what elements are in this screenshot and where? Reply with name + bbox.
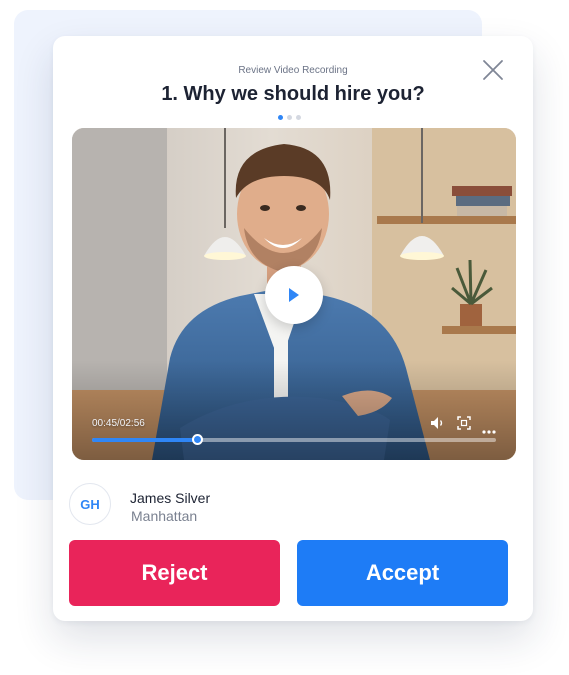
video-time: 00:45/02:56	[92, 418, 145, 429]
video-progress-bar[interactable]	[92, 434, 496, 445]
close-icon[interactable]	[480, 57, 506, 83]
pagination-dot[interactable]	[296, 115, 301, 120]
accept-button[interactable]: Accept	[297, 540, 508, 606]
candidate-name: James Silver	[130, 490, 211, 506]
modal-subtitle: Review Video Recording	[238, 65, 348, 76]
avatar: GH	[69, 483, 111, 525]
question-title: 1. Why we should hire you?	[161, 83, 425, 105]
video-progress-thumb[interactable]	[192, 434, 204, 445]
question-pagination	[278, 115, 301, 120]
candidate-location: Manhattan	[131, 508, 198, 524]
pagination-dot[interactable]	[287, 115, 292, 120]
review-modal: Review Video Recording 1. Why we should …	[53, 36, 533, 621]
pagination-dot-active[interactable]	[278, 115, 283, 120]
video-progress-fill	[92, 438, 198, 442]
volume-icon[interactable]	[430, 416, 446, 435]
video-player[interactable]: 00:45/02:56	[72, 128, 516, 460]
reject-button[interactable]: Reject	[69, 540, 280, 606]
fullscreen-icon[interactable]	[457, 416, 471, 435]
play-icon	[289, 288, 299, 302]
play-button[interactable]	[265, 266, 323, 324]
more-options-icon[interactable]	[482, 421, 496, 439]
